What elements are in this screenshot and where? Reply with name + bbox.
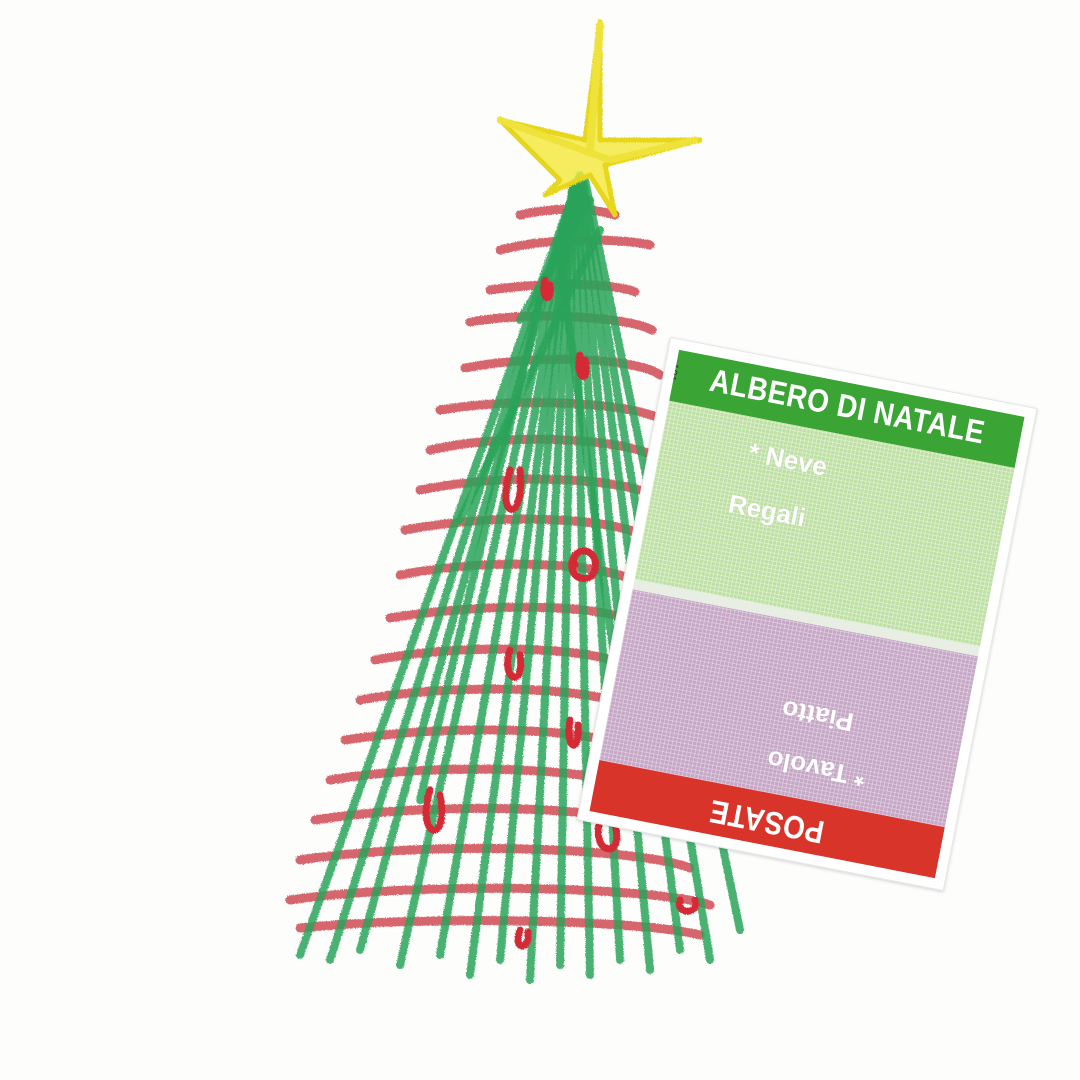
star-icon [496,19,703,218]
card-face: 101 ALBERO DI NATALE * Neve Regali POSAT… [589,349,1025,879]
card-bottom-word-2: Piatto [779,694,856,738]
card-bottom-word-1: * Tavolo [764,744,868,793]
